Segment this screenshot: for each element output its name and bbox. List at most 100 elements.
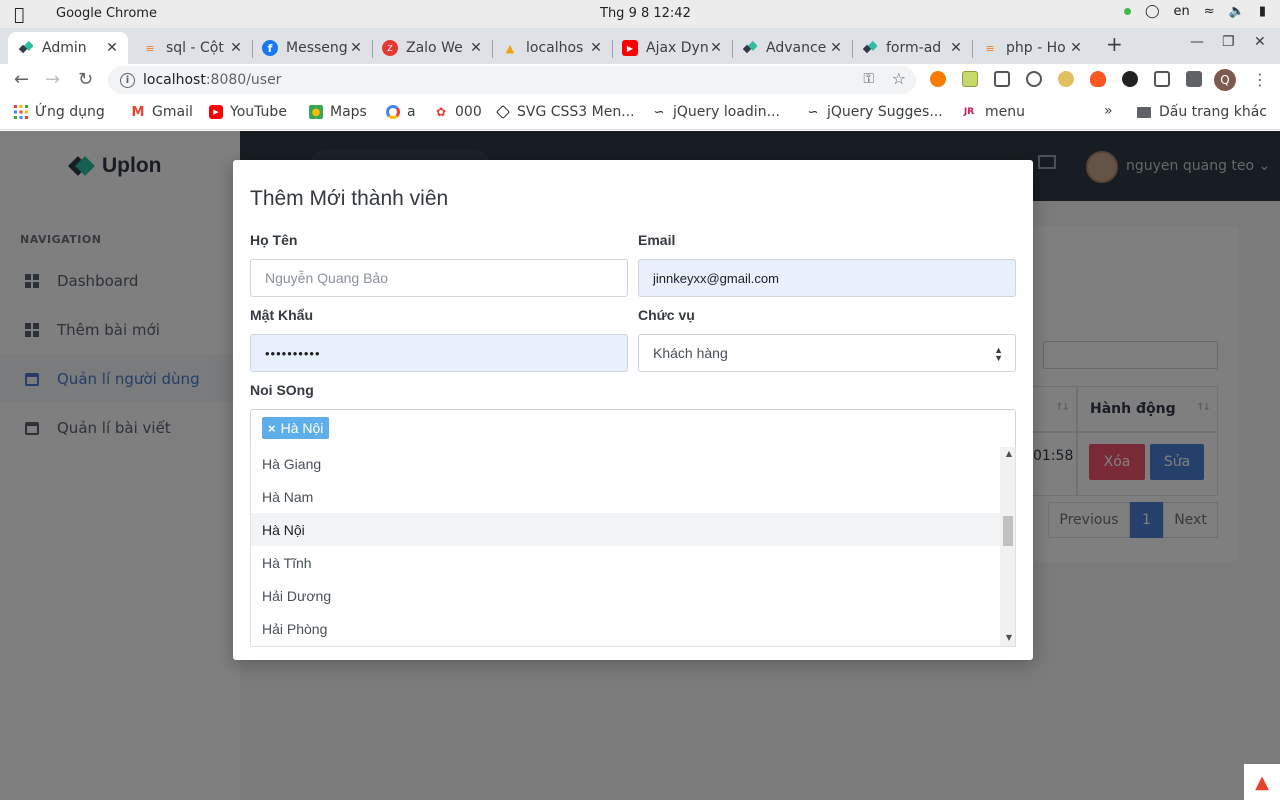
- bookmark-apps[interactable]: Ứng dụng: [14, 104, 105, 120]
- dropdown-option[interactable]: Hà Tĩnh: [251, 546, 1002, 579]
- reload-icon[interactable]: ↻: [78, 69, 93, 90]
- tab-form-ad[interactable]: form-ad ✕: [852, 32, 972, 64]
- site-info-icon[interactable]: i: [120, 72, 135, 88]
- add-member-modal: Thêm Mới thành viên Họ Tên Nguyễn Quang …: [233, 160, 1033, 660]
- scrollbar-thumb[interactable]: [1003, 516, 1013, 546]
- remove-tag-icon[interactable]: ×: [268, 421, 276, 436]
- minimize-icon[interactable]: —: [1190, 34, 1204, 50]
- tab-title: Ajax Dyn: [646, 40, 708, 56]
- tab-localhost[interactable]: ▲ localhos ✕: [492, 32, 612, 64]
- tab-admin[interactable]: Admin ✕: [8, 32, 128, 64]
- extension-note-icon[interactable]: [962, 71, 978, 87]
- tab-zalo[interactable]: Z Zalo We ✕: [372, 32, 492, 64]
- tab-advance[interactable]: Advance ✕: [732, 32, 852, 64]
- maps-icon: ●: [309, 105, 323, 119]
- extension-ghost-icon[interactable]: [1122, 71, 1138, 87]
- chrome-menu-icon[interactable]: ⋮: [1252, 70, 1268, 89]
- gmail-icon: M: [131, 104, 145, 120]
- extension-recycle-icon[interactable]: [1154, 71, 1170, 87]
- close-tab-icon[interactable]: ✕: [1068, 40, 1084, 56]
- accessibility-icon[interactable]: ◯: [1145, 4, 1160, 19]
- extension-face-icon[interactable]: [1058, 71, 1074, 87]
- close-tab-icon[interactable]: ✕: [588, 40, 604, 56]
- wifi-icon[interactable]: ≈: [1204, 4, 1215, 19]
- forward-icon[interactable]: →: [45, 69, 60, 90]
- browser-toolbar: ← → ↻ i localhost:8080/user ⚿ ☆ Q ⋮: [0, 64, 1280, 96]
- dropdown-option[interactable]: Hà Nam: [251, 480, 1002, 513]
- tab-title: Messeng: [286, 40, 348, 56]
- scroll-up-icon[interactable]: ▲: [1006, 449, 1012, 458]
- dropdown-scrollbar[interactable]: ▲ ▼: [1000, 447, 1015, 646]
- bookmarks-overflow-button[interactable]: »: [1104, 103, 1113, 119]
- place-multiselect[interactable]: × Hà Nội: [250, 409, 1016, 447]
- bookmark-maps[interactable]: ● Maps: [309, 104, 367, 120]
- close-window-icon[interactable]: ✕: [1254, 34, 1266, 50]
- bookmark-000[interactable]: ✿ 000: [434, 104, 482, 120]
- flame-badge-icon[interactable]: ▲: [1244, 764, 1280, 800]
- profile-avatar[interactable]: Q: [1214, 69, 1236, 91]
- close-tab-icon[interactable]: ✕: [828, 40, 844, 56]
- stackoverflow-icon: ≡: [985, 41, 995, 55]
- bookmark-star-icon[interactable]: ☆: [892, 69, 906, 88]
- close-tab-icon[interactable]: ✕: [468, 40, 484, 56]
- close-tab-icon[interactable]: ✕: [708, 40, 724, 56]
- extension-fire-icon[interactable]: [1090, 71, 1106, 87]
- extensions-puzzle-icon[interactable]: [1186, 71, 1202, 87]
- volume-icon[interactable]: 🔈: [1229, 4, 1245, 19]
- uplon-icon: [862, 40, 878, 56]
- tab-php[interactable]: ≡ php - Ho ✕: [972, 32, 1092, 64]
- browser-tab-strip: Admin ✕ ≡ sql - Cột ✕ f Messeng ✕ Z Zalo…: [0, 28, 1280, 64]
- name-field[interactable]: Nguyễn Quang Bảo: [250, 259, 628, 297]
- email-field[interactable]: jinnkeyxx@gmail.com: [638, 259, 1016, 297]
- extension-circle-icon[interactable]: [1026, 71, 1042, 87]
- new-tab-button[interactable]: +: [1106, 32, 1123, 56]
- close-tab-icon[interactable]: ✕: [104, 40, 120, 56]
- bookmark-youtube[interactable]: ▶ YouTube: [209, 104, 287, 120]
- tab-sql[interactable]: ≡ sql - Cột ✕: [132, 32, 252, 64]
- jr-icon: JR: [960, 105, 978, 119]
- bookmark-jquery-loading[interactable]: ∽ jQuery loadin...: [652, 104, 780, 120]
- scroll-down-icon[interactable]: ▼: [1006, 633, 1012, 642]
- tab-title: form-ad: [886, 40, 942, 56]
- dropdown-option[interactable]: Hải Phòng: [251, 612, 1002, 645]
- restore-window-icon[interactable]: ❐: [1222, 34, 1235, 50]
- phpmyadmin-icon: ▲: [505, 41, 515, 55]
- dropdown-option-highlighted[interactable]: Hà Nội: [251, 513, 1002, 546]
- close-tab-icon[interactable]: ✕: [348, 40, 364, 56]
- tab-ajax[interactable]: ▶ Ajax Dyn ✕: [612, 32, 732, 64]
- zalo-icon: Z: [382, 40, 398, 56]
- extension-qr-icon[interactable]: [994, 71, 1010, 87]
- dropdown-option[interactable]: Hà Giang: [251, 447, 1002, 480]
- close-tab-icon[interactable]: ✕: [948, 40, 964, 56]
- tab-messenger[interactable]: f Messeng ✕: [252, 32, 372, 64]
- close-tab-icon[interactable]: ✕: [228, 40, 244, 56]
- bookmark-svg-css3[interactable]: SVG CSS3 Men...: [495, 104, 635, 120]
- bookmark-a[interactable]: a: [386, 104, 416, 120]
- bookmark-label: Maps: [330, 104, 367, 120]
- other-bookmarks-folder[interactable]: Dấu trang khác: [1137, 104, 1267, 120]
- bookmark-gmail[interactable]: M Gmail: [131, 104, 193, 120]
- system-clock[interactable]: Thg 9 8 12:42: [600, 6, 691, 21]
- bookmark-label: SVG CSS3 Men...: [517, 104, 635, 120]
- tab-title: localhos: [526, 40, 584, 56]
- bookmark-menu[interactable]: JR menu: [960, 104, 1025, 120]
- password-field[interactable]: ••••••••••: [250, 334, 628, 372]
- language-indicator[interactable]: en: [1174, 4, 1190, 19]
- place-dropdown: Hà Giang Hà Nam Hà Nội Hà Tĩnh Hải Dương…: [250, 447, 1016, 647]
- dropdown-option[interactable]: Hải Dương: [251, 579, 1002, 612]
- back-icon[interactable]: ←: [14, 69, 29, 90]
- email-label: Email: [638, 232, 676, 248]
- facebook-icon: f: [262, 40, 278, 56]
- role-select[interactable]: Khách hàng ▲ ▼: [638, 334, 1016, 372]
- apps-grid-icon: [14, 105, 28, 119]
- bookmark-jquery-suggest[interactable]: ∽ jQuery Sugges...: [806, 104, 943, 120]
- battery-icon[interactable]: ▮: [1259, 4, 1266, 19]
- key-icon[interactable]: ⚿: [863, 71, 874, 87]
- tab-title: Advance: [766, 40, 827, 56]
- tag-label: Hà Nội: [280, 420, 324, 436]
- extension-orange-icon[interactable]: [930, 71, 946, 87]
- address-bar[interactable]: i localhost:8080/user ⚿ ☆: [108, 66, 916, 94]
- apple-menu-icon[interactable]: : [14, 5, 24, 25]
- active-app-name[interactable]: Google Chrome: [56, 6, 157, 21]
- url-text[interactable]: localhost:8080/user: [143, 72, 281, 88]
